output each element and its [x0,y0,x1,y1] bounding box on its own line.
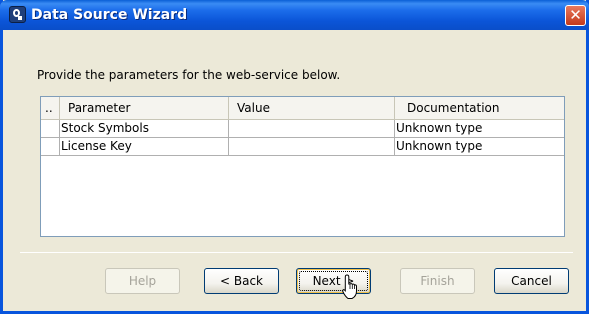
value-cell[interactable] [229,138,395,155]
hand-pointer-cursor-icon [342,274,357,299]
parameters-table[interactable]: .. Parameter Value Documentation Stock S… [40,96,565,237]
parameter-cell[interactable]: Stock Symbols [60,120,229,137]
instruction-text: Provide the parameters for the web-servi… [37,68,341,82]
table-row[interactable]: License Key Unknown type [41,138,564,156]
wizard-app-icon [9,6,26,23]
table-row[interactable]: Stock Symbols Unknown type [41,120,564,138]
data-source-wizard-window: Data Source Wizard ✕ Provide the paramet… [0,0,589,314]
row-index-cell[interactable] [41,120,60,137]
close-icon: ✕ [569,6,582,24]
documentation-cell[interactable]: Unknown type [395,120,565,137]
row-index-cell[interactable] [41,138,60,155]
finish-button[interactable]: Finish [400,268,475,294]
cancel-button[interactable]: Cancel [494,268,569,294]
help-button[interactable]: Help [105,268,180,294]
close-button[interactable]: ✕ [565,5,586,26]
table-header: .. Parameter Value Documentation [41,97,564,120]
value-cell[interactable] [229,120,395,137]
window-title: Data Source Wizard [31,7,188,23]
next-button[interactable]: Next > [296,268,371,294]
column-header-parameter[interactable]: Parameter [60,97,229,119]
button-separator [20,252,573,253]
documentation-cell[interactable]: Unknown type [395,138,565,155]
back-button[interactable]: < Back [204,268,279,294]
parameter-cell[interactable]: License Key [60,138,229,155]
column-header-value[interactable]: Value [229,97,395,119]
column-header-documentation[interactable]: Documentation [395,97,565,119]
column-header-index[interactable]: .. [41,97,60,119]
title-bar[interactable]: Data Source Wizard ✕ [0,0,589,30]
